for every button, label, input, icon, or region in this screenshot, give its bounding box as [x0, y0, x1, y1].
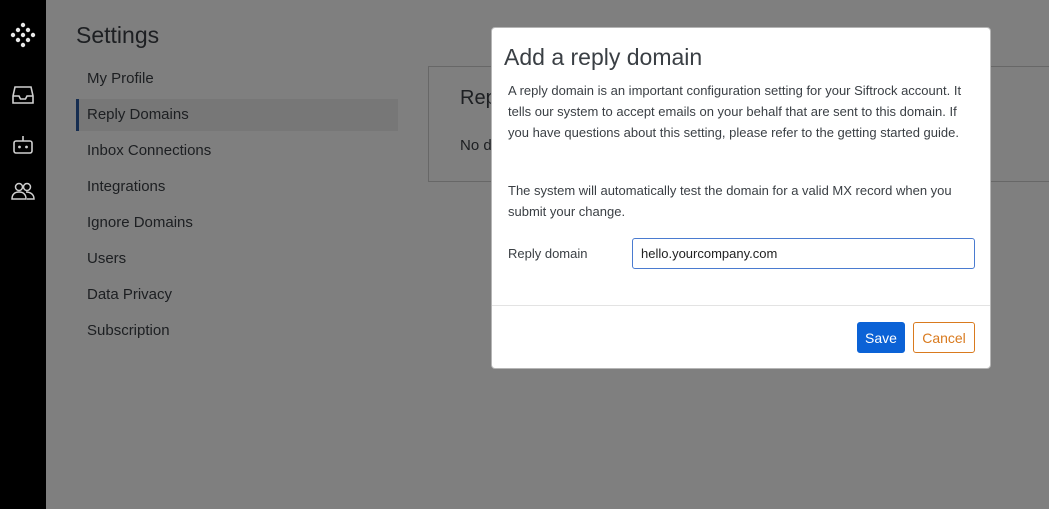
save-button[interactable]: Save: [857, 322, 905, 353]
modal-description: A reply domain is an important configura…: [508, 83, 962, 140]
reply-domain-input[interactable]: [632, 238, 975, 269]
reply-domain-label: Reply domain: [508, 246, 588, 261]
robot-icon[interactable]: [8, 130, 38, 160]
inbox-icon[interactable]: [8, 80, 38, 110]
add-reply-domain-modal: Add a reply domain A reply domain is an …: [491, 27, 991, 369]
icon-rail: [0, 0, 46, 509]
cancel-button[interactable]: Cancel: [913, 322, 975, 353]
modal-mx-note: The system will automatically test the d…: [508, 183, 952, 219]
app-logo-icon[interactable]: [8, 20, 38, 50]
modal-divider: [492, 305, 990, 306]
modal-title: Add a reply domain: [504, 44, 703, 70]
users-icon[interactable]: [8, 176, 38, 206]
